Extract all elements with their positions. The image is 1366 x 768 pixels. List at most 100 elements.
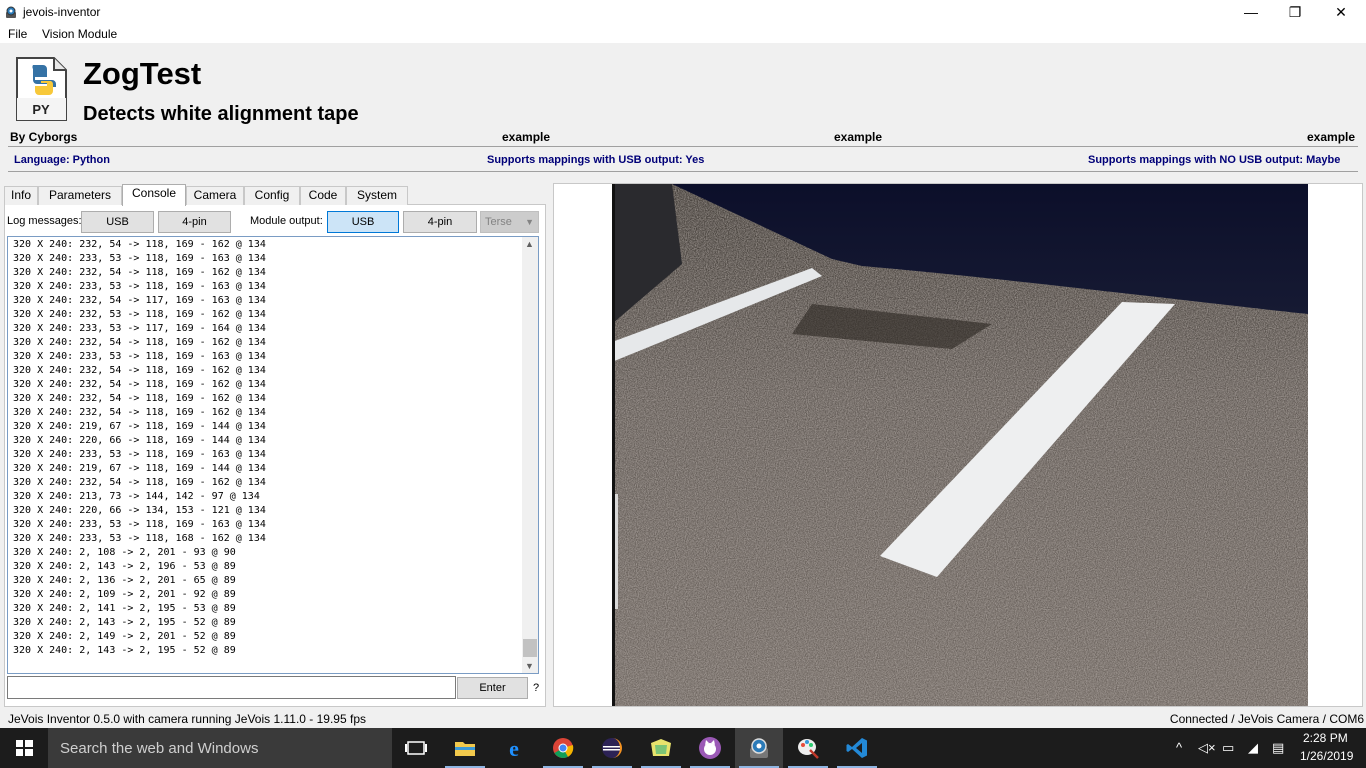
menu-vision-module[interactable]: Vision Module — [42, 27, 117, 41]
console-line: 320 X 240: 232, 54 -> 117, 169 - 163 @ 1… — [13, 295, 266, 306]
title-bar: jevois-inventor — ❐ ✕ — [0, 0, 1366, 24]
console-scrollbar[interactable]: ▲ ▼ — [522, 237, 538, 673]
app-icon — [6, 6, 16, 18]
taskbar-search[interactable]: Search the web and Windows — [48, 728, 392, 768]
console-line: 320 X 240: 2, 143 -> 2, 195 - 52 @ 89 — [13, 645, 236, 656]
console-line: 320 X 240: 2, 149 -> 2, 201 - 52 @ 89 — [13, 631, 236, 642]
console-line: 320 X 240: 233, 53 -> 118, 169 - 163 @ 1… — [13, 253, 266, 264]
console-line: 320 X 240: 220, 66 -> 118, 169 - 144 @ 1… — [13, 435, 266, 446]
scroll-down-icon[interactable]: ▼ — [525, 661, 534, 671]
python-file-icon: PY — [16, 57, 67, 121]
example-link[interactable]: example — [1307, 130, 1355, 144]
windows-logo-icon — [16, 740, 33, 756]
console-line: 320 X 240: 232, 54 -> 118, 169 - 162 @ 1… — [13, 379, 266, 390]
clock-date[interactable]: 1/26/2019 — [1300, 749, 1353, 763]
log-messages-label: Log messages: — [7, 215, 82, 227]
scrollbar-thumb[interactable] — [523, 639, 537, 657]
minimize-icon: — — [1244, 4, 1258, 20]
console-line: 320 X 240: 2, 143 -> 2, 196 - 53 @ 89 — [13, 561, 236, 572]
volume-muted-icon[interactable]: ◁× — [1198, 740, 1216, 756]
chevron-up-icon[interactable]: ^ — [1176, 740, 1182, 755]
power-icon[interactable]: ▭ — [1222, 740, 1234, 756]
console-line: 320 X 240: 2, 109 -> 2, 201 - 92 @ 89 — [13, 589, 236, 600]
minimize-button[interactable]: — — [1228, 0, 1274, 24]
log-4pin-button[interactable]: 4-pin — [158, 211, 231, 233]
menu-file[interactable]: File — [8, 27, 27, 41]
module-4pin-button[interactable]: 4-pin — [403, 211, 477, 233]
module-language: Language: Python — [14, 154, 110, 166]
tab-system[interactable]: System — [346, 186, 408, 205]
console-line: 320 X 240: 232, 54 -> 118, 169 - 162 @ 1… — [13, 477, 266, 488]
tab-camera[interactable]: Camera — [186, 186, 244, 205]
console-line: 320 X 240: 2, 108 -> 2, 201 - 93 @ 90 — [13, 547, 236, 558]
status-text: JeVois Inventor 0.5.0 with camera runnin… — [8, 712, 366, 726]
menu-bar: File Vision Module — [0, 24, 1366, 43]
console-line: 320 X 240: 232, 54 -> 118, 169 - 162 @ 1… — [13, 337, 266, 348]
console-log[interactable]: 320 X 240: 232, 54 -> 118, 169 - 162 @ 1… — [7, 236, 539, 674]
search-placeholder: Search the web and Windows — [60, 740, 259, 757]
py-label: PY — [32, 102, 50, 117]
module-title: ZogTest — [83, 56, 202, 91]
divider — [8, 146, 1358, 147]
taskbar: Search the web and Windows e ^ ◁× ▭ ◢ ▤ — [0, 728, 1366, 768]
console-line: 320 X 240: 232, 54 -> 118, 169 - 162 @ 1… — [13, 393, 266, 404]
chrome-icon[interactable] — [539, 728, 587, 768]
start-button[interactable] — [0, 728, 48, 768]
paint-icon[interactable] — [784, 728, 832, 768]
help-link[interactable]: ? — [533, 682, 539, 694]
example-link[interactable]: example — [502, 130, 550, 144]
console-line: 320 X 240: 232, 54 -> 118, 169 - 162 @ 1… — [13, 267, 266, 278]
module-output-label: Module output: — [250, 215, 323, 227]
log-usb-button[interactable]: USB — [81, 211, 154, 233]
close-icon: ✕ — [1335, 3, 1347, 20]
eclipse-icon[interactable] — [588, 728, 636, 768]
verbosity-value: Terse — [485, 216, 512, 228]
vscode-icon[interactable] — [833, 728, 881, 768]
console-line: 320 X 240: 233, 53 -> 118, 169 - 163 @ 1… — [13, 519, 266, 530]
console-line: 320 X 240: 232, 53 -> 118, 169 - 162 @ 1… — [13, 309, 266, 320]
jevois-inventor-icon[interactable] — [735, 728, 783, 768]
console-line: 320 X 240: 233, 53 -> 118, 169 - 163 @ 1… — [13, 281, 266, 292]
usb-support: Supports mappings with USB output: Yes — [487, 154, 705, 166]
tab-console[interactable]: Console — [122, 184, 186, 206]
tab-code[interactable]: Code — [300, 186, 346, 205]
clock-time[interactable]: 2:28 PM — [1303, 731, 1348, 745]
file-explorer-icon[interactable] — [441, 728, 489, 768]
tab-parameters[interactable]: Parameters — [38, 186, 122, 205]
github-icon[interactable] — [686, 728, 734, 768]
chevron-down-icon: ▼ — [525, 217, 534, 227]
window-title: jevois-inventor — [23, 5, 101, 19]
console-line: 320 X 240: 213, 73 -> 144, 142 - 97 @ 13… — [13, 491, 260, 502]
wifi-icon[interactable]: ◢ — [1248, 740, 1258, 756]
console-line: 320 X 240: 233, 53 -> 117, 169 - 164 @ 1… — [13, 323, 266, 334]
console-line: 320 X 240: 233, 53 -> 118, 169 - 163 @ 1… — [13, 351, 266, 362]
tab-info[interactable]: Info — [4, 186, 38, 205]
module-usb-button[interactable]: USB — [327, 211, 399, 233]
console-line: 320 X 240: 220, 66 -> 134, 153 - 121 @ 1… — [13, 505, 266, 516]
camera-video[interactable] — [612, 184, 1308, 706]
enter-button[interactable]: Enter — [457, 677, 528, 699]
divider — [8, 171, 1358, 172]
maximize-button[interactable]: ❐ — [1272, 0, 1318, 24]
console-line: 320 X 240: 233, 53 -> 118, 169 - 163 @ 1… — [13, 449, 266, 460]
scroll-up-icon[interactable]: ▲ — [525, 239, 534, 249]
tab-config[interactable]: Config — [244, 186, 300, 205]
edge-icon[interactable]: e — [490, 728, 538, 768]
verbosity-select[interactable]: Terse ▼ — [480, 211, 539, 233]
console-line: 320 X 240: 2, 143 -> 2, 195 - 52 @ 89 — [13, 617, 236, 628]
console-line: 320 X 240: 233, 53 -> 118, 168 - 162 @ 1… — [13, 533, 266, 544]
close-button[interactable]: ✕ — [1318, 0, 1364, 24]
folder-app-icon[interactable] — [637, 728, 685, 768]
console-line: 320 X 240: 232, 54 -> 118, 169 - 162 @ 1… — [13, 239, 266, 250]
example-link[interactable]: example — [834, 130, 882, 144]
command-input[interactable] — [7, 676, 456, 699]
console-line: 320 X 240: 2, 136 -> 2, 201 - 65 @ 89 — [13, 575, 236, 586]
task-view-icon[interactable] — [392, 728, 440, 768]
console-line: 320 X 240: 2, 141 -> 2, 195 - 53 @ 89 — [13, 603, 236, 614]
module-author: By Cyborgs — [10, 130, 78, 144]
console-line: 320 X 240: 232, 54 -> 118, 169 - 162 @ 1… — [13, 407, 266, 418]
console-lines: 320 X 240: 232, 54 -> 118, 169 - 162 @ 1… — [13, 238, 266, 658]
notification-icon[interactable]: ▤ — [1272, 740, 1284, 756]
maximize-icon: ❐ — [1288, 3, 1302, 20]
connection-status: Connected / JeVois Camera / COM6 — [1169, 712, 1364, 726]
